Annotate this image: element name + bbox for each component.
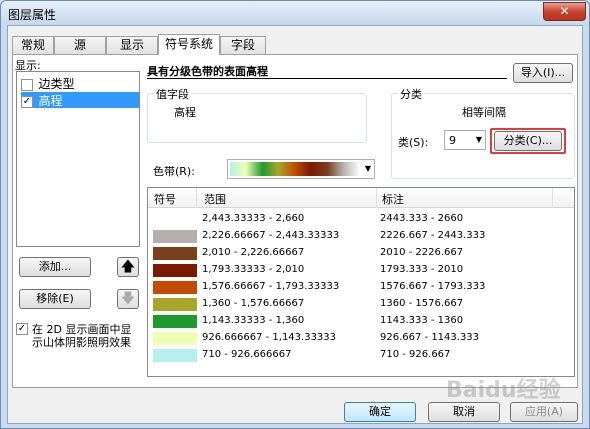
list-item-label: 高程 [38, 94, 63, 108]
table-row[interactable]: 2,010 - 2,226.66667 2010 - 2226.667 [148, 245, 574, 262]
table-row[interactable]: 926.666667 - 1,143.33333 926.667 - 1143.3… [148, 330, 574, 347]
tab-general[interactable]: 常规 [12, 36, 54, 54]
symbol-swatch[interactable] [153, 281, 197, 294]
range-cell[interactable]: 2,010 - 2,226.66667 [202, 247, 304, 258]
color-ramp-select[interactable]: ▼ [227, 159, 375, 179]
header-symbol[interactable]: 符号 [154, 191, 176, 207]
ok-button[interactable]: 确定 [344, 402, 416, 422]
class-table[interactable]: 符号 范围 标注 2,443.33333 - 2,660 2443.333 - 2… [147, 187, 575, 377]
symbol-swatch[interactable] [153, 298, 197, 311]
class-group-label: 分类 [398, 86, 424, 102]
add-button[interactable]: 添加... [19, 257, 91, 277]
watermark-logo: Baidu经验 [446, 378, 561, 403]
class-count-value: 9 [449, 134, 456, 147]
label-cell[interactable]: 1576.667 - 1793.333 [380, 281, 485, 292]
symbol-swatch[interactable] [153, 315, 197, 328]
range-cell[interactable]: 2,443.33333 - 2,660 [202, 213, 304, 224]
range-cell[interactable]: 710 - 926.666667 [202, 349, 292, 360]
layer-properties-window: 图层属性 ✕ 常规 源 显示 符号系统 字段 显示: 边类型 ✓ 高程 添加..… [0, 0, 590, 429]
range-cell[interactable]: 1,793.33333 - 2,010 [202, 264, 304, 275]
color-ramp-preview [230, 162, 360, 176]
move-up-button[interactable]: 🡅 [117, 257, 139, 277]
symbol-swatch[interactable] [153, 213, 197, 226]
symbol-swatch[interactable] [153, 349, 197, 362]
value-field-group: 值字段 高程 [147, 86, 367, 143]
window-title: 图层属性 [8, 8, 57, 22]
label-cell[interactable]: 926.667 - 1143.333 [380, 332, 479, 343]
list-item-label: 边类型 [38, 77, 75, 91]
renderer-title: 具有分级色带的表面高程 [147, 63, 507, 79]
apply-button[interactable]: 应用(A) [510, 402, 578, 422]
arrow-up-icon: 🡅 [120, 259, 136, 275]
arrow-down-icon: 🡇 [120, 291, 136, 307]
column-divider[interactable] [376, 188, 377, 208]
cancel-button[interactable]: 取消 [428, 402, 500, 422]
column-divider[interactable] [552, 188, 553, 208]
label-cell[interactable]: 2443.333 - 2660 [380, 213, 463, 224]
edge-type-checkbox[interactable] [21, 79, 33, 91]
close-icon: ✕ [559, 4, 570, 18]
tab-source[interactable]: 源 [54, 36, 106, 54]
import-button[interactable]: 导入(I)... [513, 63, 573, 83]
elevation-checkbox[interactable]: ✓ [21, 96, 33, 108]
range-cell[interactable]: 2,226.66667 - 2,443.33333 [202, 230, 339, 241]
class-method: 相等间隔 [462, 106, 506, 119]
label-cell[interactable]: 1143.333 - 1360 [380, 315, 463, 326]
list-item-edge-type[interactable]: 边类型 [21, 75, 139, 91]
remove-button[interactable]: 移除(E) [19, 289, 91, 309]
hillshade-label-2: 示山体阴影照明效果 [32, 336, 131, 349]
label-cell[interactable]: 1360 - 1576.667 [380, 298, 463, 309]
table-row[interactable]: 710 - 926.666667 710 - 926.667 [148, 347, 574, 364]
list-item-elevation[interactable]: ✓ 高程 [21, 92, 139, 108]
label-cell[interactable]: 2226.667 - 2443.333 [380, 230, 485, 241]
class-count-label: 类(S): [398, 136, 429, 149]
symbology-panel: 显示: 边类型 ✓ 高程 添加... 🡅 移除(E) 🡇 ✓ 在 2D 显示画面… [12, 54, 578, 388]
hillshade-checkbox[interactable]: ✓ [16, 323, 28, 335]
class-count-select[interactable]: 9 ▼ [444, 130, 486, 150]
range-cell[interactable]: 1,360 - 1,576.66667 [202, 298, 304, 309]
symbol-swatch[interactable] [153, 230, 197, 243]
tab-symbology[interactable]: 符号系统 [158, 34, 220, 55]
header-label[interactable]: 标注 [382, 191, 404, 207]
table-row[interactable]: 2,226.66667 - 2,443.33333 2226.667 - 2443… [148, 228, 574, 245]
label-cell[interactable]: 710 - 926.667 [380, 349, 450, 360]
tab-display[interactable]: 显示 [106, 36, 158, 54]
move-down-button[interactable]: 🡇 [117, 289, 139, 309]
table-header: 符号 范围 标注 [148, 188, 574, 208]
chevron-down-icon: ▼ [364, 164, 371, 173]
classify-highlight: 分类(C)... [490, 128, 566, 154]
table-row[interactable]: 1,360 - 1,576.66667 1360 - 1576.667 [148, 296, 574, 313]
tab-fields[interactable]: 字段 [220, 36, 266, 54]
classify-button[interactable]: 分类(C)... [494, 131, 562, 151]
symbol-swatch[interactable] [153, 332, 197, 345]
symbol-swatch[interactable] [153, 247, 197, 260]
table-row[interactable]: 1,793.33333 - 2,010 1793.333 - 2010 [148, 262, 574, 279]
range-cell[interactable]: 926.666667 - 1,143.33333 [202, 332, 336, 343]
value-field-value: 高程 [174, 106, 196, 119]
label-cell[interactable]: 1793.333 - 2010 [380, 264, 463, 275]
close-button[interactable]: ✕ [543, 2, 586, 21]
label-cell[interactable]: 2010 - 2226.667 [380, 247, 463, 258]
value-group-label: 值字段 [154, 86, 191, 102]
table-row[interactable]: 2,443.33333 - 2,660 2443.333 - 2660 [148, 211, 574, 228]
column-divider[interactable] [196, 188, 197, 208]
range-cell[interactable]: 1,576.66667 - 1,793.33333 [202, 281, 339, 292]
table-row[interactable]: 1,576.66667 - 1,793.33333 1576.667 - 1793… [148, 279, 574, 296]
range-cell[interactable]: 1,143.33333 - 1,360 [202, 315, 304, 326]
symbol-swatch[interactable] [153, 264, 197, 277]
classification-group: 分类 相等间隔 类(S): 9 ▼ 分类(C)... [391, 86, 575, 179]
dialog-client: 常规 源 显示 符号系统 字段 显示: 边类型 ✓ 高程 添加... 🡅 移除(… [7, 25, 583, 424]
chevron-down-icon: ▼ [475, 135, 482, 144]
color-ramp-label: 色带(R): [153, 165, 195, 178]
title-bar[interactable]: 图层属性 ✕ [1, 1, 589, 25]
table-row[interactable]: 1,143.33333 - 1,360 1143.333 - 1360 [148, 313, 574, 330]
renderer-list[interactable]: 边类型 ✓ 高程 [16, 71, 140, 247]
header-range[interactable]: 范围 [204, 191, 226, 207]
